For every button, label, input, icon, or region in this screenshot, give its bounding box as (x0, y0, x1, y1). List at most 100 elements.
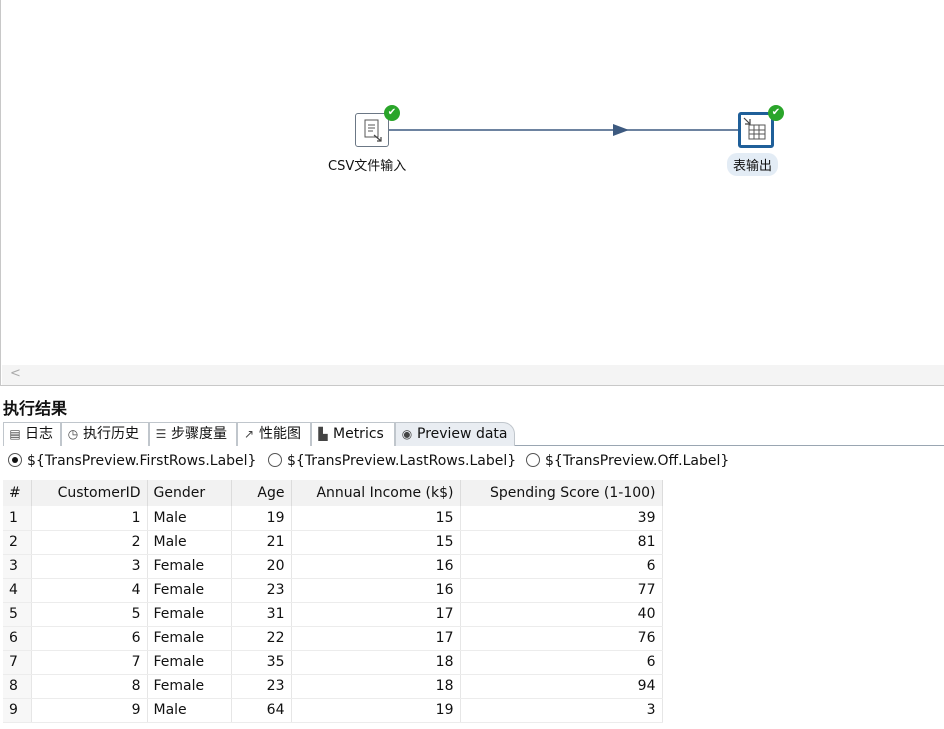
performance-chart-icon: ↗ (243, 427, 255, 441)
radio-unselected-icon (268, 453, 282, 467)
cell-annual-income[interactable]: 16 (291, 554, 461, 579)
radio-first-rows[interactable]: ${TransPreview.FirstRows.Label} (8, 448, 256, 474)
tab-history[interactable]: ◷ 执行历史 (61, 422, 149, 446)
radio-off[interactable]: ${TransPreview.Off.Label} (526, 448, 729, 474)
row-index[interactable]: 4 (3, 578, 32, 603)
cell-annual-income[interactable]: 17 (291, 626, 461, 651)
radio-selected-icon (8, 453, 22, 467)
column-header-annual-income[interactable]: Annual Income (k$) (291, 480, 461, 506)
cell-annual-income[interactable]: 18 (291, 650, 461, 675)
row-index[interactable]: 5 (3, 602, 32, 627)
step-metrics-icon: ☰ (155, 427, 167, 441)
radio-last-rows[interactable]: ${TransPreview.LastRows.Label} (268, 448, 516, 474)
row-index[interactable]: 8 (3, 674, 32, 699)
table-row[interactable]: 3 3 Female 20 16 6 (3, 554, 663, 579)
row-index[interactable]: 1 (3, 506, 32, 531)
cell-annual-income[interactable]: 18 (291, 674, 461, 699)
table-row[interactable]: 8 8 Female 23 18 94 (3, 674, 663, 699)
cell-age[interactable]: 23 (231, 674, 292, 699)
cell-spending-score[interactable]: 3 (460, 698, 663, 723)
cell-gender[interactable]: Male (147, 530, 232, 555)
cell-age[interactable]: 31 (231, 602, 292, 627)
cell-age[interactable]: 21 (231, 530, 292, 555)
transformation-canvas[interactable]: ✔ CSV文件输入 ✔ 表输出 < (0, 0, 944, 386)
cell-customerid[interactable]: 5 (31, 602, 148, 627)
scroll-left-icon[interactable]: < (10, 366, 21, 381)
cell-gender[interactable]: Male (147, 698, 232, 723)
tab-label: Metrics (333, 426, 384, 442)
cell-customerid[interactable]: 4 (31, 578, 148, 603)
table-row[interactable]: 2 2 Male 21 15 81 (3, 530, 663, 555)
cell-age[interactable]: 35 (231, 650, 292, 675)
table-row[interactable]: 9 9 Male 64 19 3 (3, 698, 663, 723)
cell-spending-score[interactable]: 94 (460, 674, 663, 699)
cell-annual-income[interactable]: 15 (291, 530, 461, 555)
preview-mode-radios: ${TransPreview.FirstRows.Label} ${TransP… (0, 448, 944, 474)
tab-metrics[interactable]: ▙ Metrics (311, 422, 395, 446)
cell-age[interactable]: 20 (231, 554, 292, 579)
cell-customerid[interactable]: 6 (31, 626, 148, 651)
column-header-age[interactable]: Age (231, 480, 292, 506)
cell-annual-income[interactable]: 15 (291, 506, 461, 531)
row-index[interactable]: 7 (3, 650, 32, 675)
cell-gender[interactable]: Female (147, 626, 232, 651)
history-icon: ◷ (67, 427, 79, 441)
table-row[interactable]: 5 5 Female 31 17 40 (3, 602, 663, 627)
cell-age[interactable]: 19 (231, 506, 292, 531)
cell-spending-score[interactable]: 6 (460, 554, 663, 579)
results-title: 执行结果 (3, 399, 68, 418)
cell-annual-income[interactable]: 19 (291, 698, 461, 723)
column-header-index[interactable]: # (3, 480, 32, 506)
cell-customerid[interactable]: 2 (31, 530, 148, 555)
step-table-output[interactable]: ✔ 表输出 (721, 104, 811, 178)
step-csv-input[interactable]: ✔ CSV文件输入 (321, 104, 431, 178)
results-tab-bar: ▤ 日志 ◷ 执行历史 ☰ 步骤度量 ↗ 性能图 ▙ Metrics ◉ Preview d… (3, 422, 944, 446)
tab-log[interactable]: ▤ 日志 (3, 422, 61, 446)
radio-label: ${TransPreview.Off.Label} (545, 453, 730, 469)
table-row[interactable]: 4 4 Female 23 16 77 (3, 578, 663, 603)
tab-performance-chart[interactable]: ↗ 性能图 (237, 422, 311, 446)
table-row[interactable]: 6 6 Female 22 17 76 (3, 626, 663, 651)
step-label: 表输出 (727, 153, 779, 176)
column-header-spending-score[interactable]: Spending Score (1-100) (460, 480, 663, 506)
cell-customerid[interactable]: 7 (31, 650, 148, 675)
table-row[interactable]: 1 1 Male 19 15 39 (3, 506, 663, 531)
cell-gender[interactable]: Female (147, 578, 232, 603)
cell-gender[interactable]: Female (147, 554, 232, 579)
cell-gender[interactable]: Male (147, 506, 232, 531)
cell-customerid[interactable]: 9 (31, 698, 148, 723)
cell-spending-score[interactable]: 6 (460, 650, 663, 675)
cell-customerid[interactable]: 8 (31, 674, 148, 699)
table-row[interactable]: 7 7 Female 35 18 6 (3, 650, 663, 675)
hop-arrow[interactable] (1, 0, 944, 386)
cell-spending-score[interactable]: 39 (460, 506, 663, 531)
cell-gender[interactable]: Female (147, 650, 232, 675)
column-header-gender[interactable]: Gender (147, 480, 232, 506)
cell-annual-income[interactable]: 16 (291, 578, 461, 603)
column-header-customerid[interactable]: CustomerID (31, 480, 148, 506)
preview-eye-icon: ◉ (401, 427, 413, 441)
horizontal-scrollbar[interactable]: < (2, 365, 944, 385)
tab-label: 执行历史 (83, 426, 139, 442)
success-check-icon: ✔ (768, 105, 784, 121)
cell-customerid[interactable]: 1 (31, 506, 148, 531)
cell-gender[interactable]: Female (147, 602, 232, 627)
cell-age[interactable]: 64 (231, 698, 292, 723)
cell-annual-income[interactable]: 17 (291, 602, 461, 627)
cell-spending-score[interactable]: 77 (460, 578, 663, 603)
cell-age[interactable]: 23 (231, 578, 292, 603)
row-index[interactable]: 6 (3, 626, 32, 651)
cell-spending-score[interactable]: 76 (460, 626, 663, 651)
cell-customerid[interactable]: 3 (31, 554, 148, 579)
tab-label: 步骤度量 (171, 426, 227, 442)
row-index[interactable]: 3 (3, 554, 32, 579)
tab-step-metrics[interactable]: ☰ 步骤度量 (149, 422, 237, 446)
tab-preview-data[interactable]: ◉ Preview data (395, 422, 515, 446)
row-index[interactable]: 9 (3, 698, 32, 723)
cell-spending-score[interactable]: 40 (460, 602, 663, 627)
cell-age[interactable]: 22 (231, 626, 292, 651)
preview-data-table[interactable]: # CustomerID Gender Age Annual Income (k… (3, 480, 944, 729)
cell-gender[interactable]: Female (147, 674, 232, 699)
row-index[interactable]: 2 (3, 530, 32, 555)
cell-spending-score[interactable]: 81 (460, 530, 663, 555)
